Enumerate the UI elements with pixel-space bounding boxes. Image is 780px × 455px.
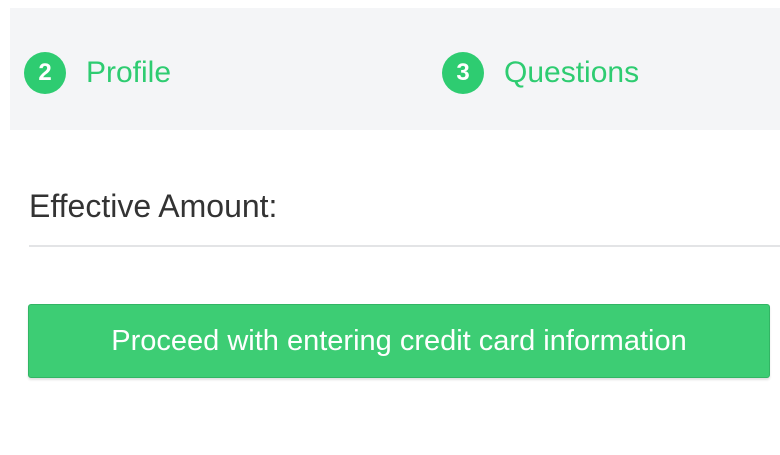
step-questions[interactable]: 3 Questions bbox=[442, 52, 639, 94]
step-number-badge: 2 bbox=[24, 52, 66, 94]
step-label: Questions bbox=[504, 56, 640, 89]
step-label: Profile bbox=[86, 56, 172, 89]
checkout-page: 2 Profile 3 Questions Effective Amount: … bbox=[0, 0, 780, 455]
effective-amount-label: Effective Amount: bbox=[29, 188, 278, 224]
step-number-badge: 3 bbox=[442, 52, 484, 94]
proceed-to-credit-card-button[interactable]: Proceed with entering credit card inform… bbox=[28, 304, 770, 378]
progress-stepper: 2 Profile 3 Questions bbox=[10, 8, 780, 130]
step-profile[interactable]: 2 Profile bbox=[24, 52, 171, 94]
section-divider bbox=[29, 245, 780, 247]
